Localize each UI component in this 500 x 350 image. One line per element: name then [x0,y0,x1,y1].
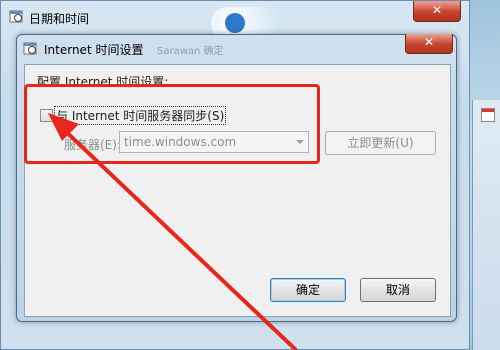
arrow-head [48,113,79,141]
annotation-arrow [48,113,298,350]
arrow-shaft [58,124,298,350]
